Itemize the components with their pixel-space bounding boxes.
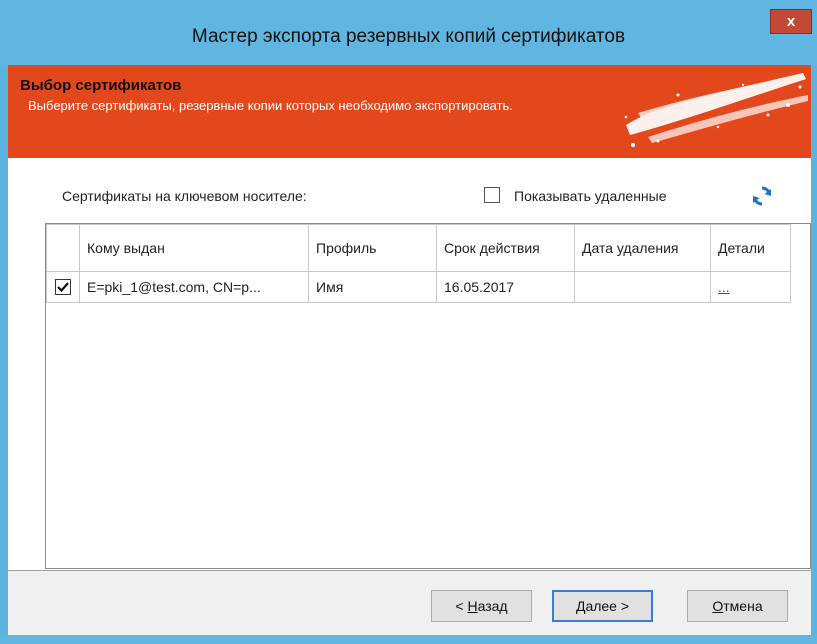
deleted-date-cell[interactable] <box>574 271 711 303</box>
cancel-label-rest: тмена <box>723 598 763 614</box>
export-wizard-window: Мастер экспорта резервных копий сертифик… <box>0 0 817 644</box>
deleted-date-header-text: Дата удаления <box>582 240 679 256</box>
window-title: Мастер экспорта резервных копий сертифик… <box>191 26 626 47</box>
window-bottom-border <box>0 635 817 644</box>
column-header-details[interactable]: Детали <box>710 224 791 272</box>
back-button[interactable]: < Назад <box>431 590 532 622</box>
column-header-validity[interactable]: Срок действия <box>436 224 575 272</box>
back-prefix: < <box>455 598 468 614</box>
checkbox-box[interactable] <box>484 187 500 203</box>
details-link[interactable]: ... <box>718 279 730 295</box>
banner-description: Выберите сертификаты, резервные копии ко… <box>28 98 513 113</box>
certificates-table[interactable]: Кому выдан Профиль Срок действия Дата уд… <box>45 223 811 569</box>
column-header-profile[interactable]: Профиль <box>308 224 437 272</box>
cancel-accelerator: О <box>712 598 724 614</box>
banner-title: Выбор сертификатов <box>20 77 182 94</box>
validity-cell[interactable]: 16.05.2017 <box>436 271 575 303</box>
close-button[interactable]: x <box>770 9 812 34</box>
back-label-rest: азад <box>477 598 508 614</box>
table-row[interactable]: E=pki_1@test.com, CN=p... Имя 16.05.2017… <box>46 271 791 303</box>
details-cell[interactable]: ... <box>710 271 791 303</box>
refresh-icon[interactable] <box>750 184 774 208</box>
row-checkbox-cell[interactable] <box>46 271 80 303</box>
back-accelerator: Н <box>467 598 478 614</box>
title-bar: Мастер экспорта резервных копий сертифик… <box>0 0 817 65</box>
column-header-select <box>46 224 80 272</box>
brush-stroke-decoration <box>624 73 808 147</box>
column-header-issued-to[interactable]: Кому выдан <box>79 224 309 272</box>
header-banner: Выбор сертификатов Выберите сертификаты,… <box>8 65 811 158</box>
footer-bar: < Назад Далее > Отмена <box>8 571 811 635</box>
certificates-label: Сертификаты на ключевом носителе: <box>62 188 307 204</box>
checkmark-icon <box>57 282 69 293</box>
next-accelerator: Д <box>575 598 586 614</box>
column-header-deleted-date[interactable]: Дата удаления <box>574 224 711 272</box>
table-header-row: Кому выдан Профиль Срок действия Дата уд… <box>46 224 791 272</box>
issued-to-cell[interactable]: E=pki_1@test.com, CN=p... <box>79 271 309 303</box>
next-label-rest: алее > <box>585 598 630 614</box>
content-panel: Сертификаты на ключевом носителе: Показы… <box>8 158 811 570</box>
close-icon: x <box>786 13 796 30</box>
show-deleted-label: Показывать удаленные <box>514 188 667 204</box>
profile-cell[interactable]: Имя <box>308 271 437 303</box>
validity-header-text: Срок действия <box>444 240 540 256</box>
cancel-button[interactable]: Отмена <box>687 590 788 622</box>
next-button[interactable]: Далее > <box>552 590 653 622</box>
row-checkbox[interactable] <box>55 279 71 295</box>
